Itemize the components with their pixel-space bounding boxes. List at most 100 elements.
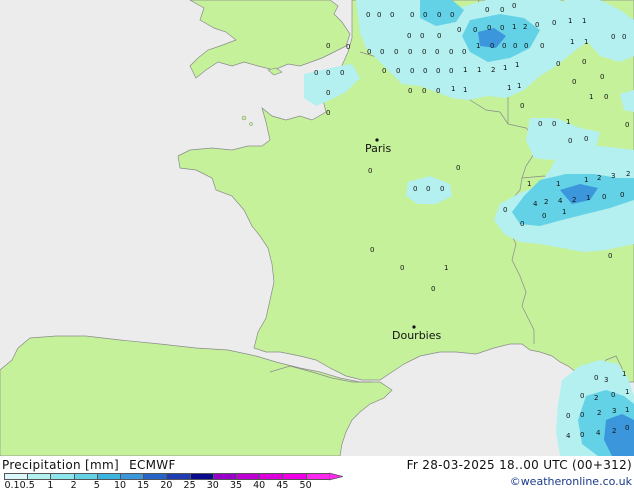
scale-tick-label: 20 [160, 480, 173, 490]
precip-value: 1 [527, 180, 531, 188]
precip-value: 1 [589, 93, 593, 101]
precip-value: 0 [366, 11, 370, 19]
precip-value: 0 [435, 48, 439, 56]
scale-swatch [96, 473, 121, 480]
precip-value: 0 [326, 42, 330, 50]
precip-value: 0 [407, 32, 411, 40]
precip-value: 0 [552, 120, 556, 128]
precip-value: 0 [556, 60, 560, 68]
city-label-paris: Paris [365, 142, 391, 155]
precip-value: 3 [612, 407, 616, 415]
precip-value: 0 [594, 374, 598, 382]
precip-value: 0 [368, 167, 372, 175]
precip-value: 1 [584, 176, 588, 184]
scale-tick-label: 10 [113, 480, 127, 490]
precip-value: 0 [408, 48, 412, 56]
precip-value: 1 [476, 42, 480, 50]
scale-tick-label: 1 [47, 480, 54, 490]
precip-value: 0 [408, 87, 412, 95]
map[interactable]: 0 0 0 0 0 0 00 0 00 0 00 0 0 0 1 2 0 0 1 10 00 00 0 0 0 0 0 0 01 0 0 0 0… [0, 0, 634, 456]
precip-value: 1 [556, 180, 560, 188]
precip-value: 0 [485, 6, 489, 14]
precip-value: 0 [423, 11, 427, 19]
scale-swatch [27, 473, 52, 480]
precip-value: 0 [410, 67, 414, 75]
scale-tick-label: 25 [183, 480, 196, 490]
scale-tick-label: 40 [253, 480, 266, 490]
precip-value: 0 [500, 24, 504, 32]
precip-value: 2 [523, 23, 527, 31]
precip-value: 4 [533, 200, 538, 208]
credit-link[interactable]: ©weatheronline.co.uk [510, 475, 632, 488]
scale-arrow-icon [328, 472, 343, 481]
precip-value: 0 [572, 78, 576, 86]
precip-value: 0 [420, 32, 424, 40]
precip-value: 0 [580, 392, 584, 400]
precip-value: 3 [611, 172, 615, 180]
precip-value: 1 [625, 406, 629, 414]
precip-value: 0 [422, 48, 426, 56]
precip-value: 0 [502, 42, 506, 50]
precip-value: 0 [542, 212, 546, 220]
precip-value: 0 [600, 73, 604, 81]
precip-value: 4 [566, 432, 571, 440]
scale-tick-label: 50 [299, 480, 312, 490]
precip-value: 0 [390, 11, 394, 19]
precip-value: 0 [580, 411, 584, 419]
precip-value: 0 [503, 206, 507, 214]
precip-value: 0 [552, 19, 556, 27]
precip-value: 0 [377, 11, 381, 19]
precip-value: 0 [625, 424, 629, 432]
scale-swatch [282, 473, 307, 480]
scale-tick-label: 2 [70, 480, 77, 490]
precip-value: 0 [437, 32, 441, 40]
precip-value: 0 [326, 109, 330, 117]
precip-value: 0 [382, 67, 386, 75]
precip-value: 0 [457, 26, 461, 34]
precip-value: 0 [462, 48, 466, 56]
precipitation-map-view: 0000000000000000012001100000000000010000… [0, 0, 634, 490]
precip-value: 0 [524, 42, 528, 50]
precip-value: 0 [611, 33, 615, 41]
precip-value: 0 [535, 21, 539, 29]
precip-value: 0 [440, 185, 444, 193]
precip-value: 1 [622, 370, 626, 378]
precip-value: 4 [558, 197, 563, 205]
precip-value: 1 [586, 194, 590, 202]
precip-value: 1 [444, 264, 448, 272]
scale-swatch [189, 473, 214, 480]
precip-value: 0 [436, 67, 440, 75]
scale-swatch [259, 473, 284, 480]
precip-value: 0 [394, 48, 398, 56]
precip-value: 0 [449, 67, 453, 75]
precip-value: 0 [520, 220, 524, 228]
scale-swatch [50, 473, 75, 480]
precip-value: 2 [572, 196, 576, 204]
legend-footer: Precipitation [mm] ECMWF Fr 28-03-2025 1… [0, 456, 634, 490]
precip-value: 0 [367, 48, 371, 56]
precip-value: 0 [602, 193, 606, 201]
precip-value: 0 [568, 137, 572, 145]
precip-value: 0 [473, 26, 477, 34]
city-label-dourbies: Dourbies [392, 329, 442, 342]
precip-value: 1 [463, 86, 467, 94]
precip-value: 0 [625, 121, 629, 129]
precip-value: 1 [507, 84, 511, 92]
precip-value: 1 [568, 17, 572, 25]
precip-value: 1 [584, 38, 588, 46]
precip-value: 1 [582, 17, 586, 25]
precip-value: 0 [370, 246, 374, 254]
precip-value: 0 [487, 24, 491, 32]
scale-swatch [73, 473, 98, 480]
precip-value: 0 [314, 69, 318, 77]
precip-value: 1 [477, 66, 481, 74]
precip-value: 0 [608, 252, 612, 260]
precip-value: 0 [456, 164, 460, 172]
precip-value: 0 [490, 42, 494, 50]
scale-swatch [4, 473, 29, 480]
precip-value: 0 [580, 431, 584, 439]
precip-value: 2 [626, 170, 630, 178]
precip-value: 1 [512, 23, 516, 31]
precip-value: 0 [422, 87, 426, 95]
precip-value: 4 [596, 429, 601, 437]
